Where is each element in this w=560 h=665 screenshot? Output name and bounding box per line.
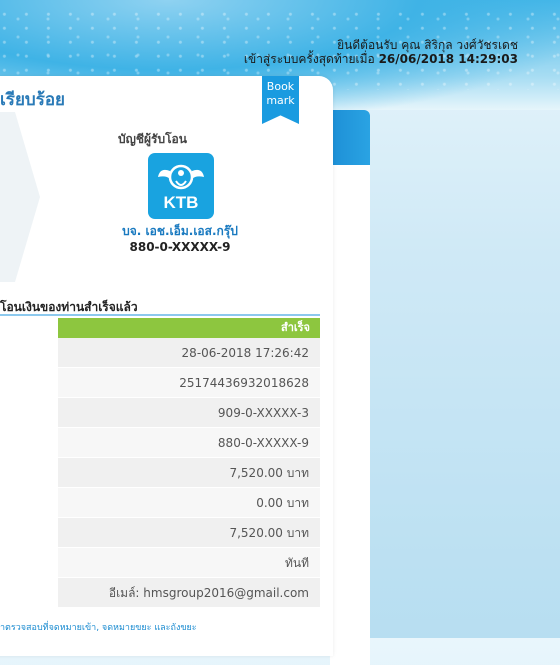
transaction-details: 28-06-2018 17:26:42 25174436932018628 90… [58,338,320,608]
detail-row-reference: 25174436932018628 [58,368,320,398]
last-login-time: 26/06/2018 14:29:03 [378,52,518,66]
recipient-label: บัญชีผู้รับโอน [118,132,187,146]
detail-row-total: 7,520.00 บาท [58,518,320,548]
bookmark-label-line2: mark [266,94,295,107]
detail-row-amount: 7,520.00 บาท [58,458,320,488]
detail-row-datetime: 28-06-2018 17:26:42 [58,338,320,368]
last-login: เข้าสู่ระบบครั้งสุดท้ายเมื่อ 26/06/2018 … [244,52,518,66]
detail-row-to-account: 880-0-XXXXX-9 [58,428,320,458]
detail-row-from-account: 909-0-XXXXX-3 [58,398,320,428]
welcome-banner: ยินดีต้อนรับ คุณ สิริกุล วงศ์วัชรเดช เข้… [244,38,518,66]
recipient-name: บจ. เอช.เอ็ม.เอส.กรุ๊ป [122,224,238,238]
detail-row-timing: ทันที [58,548,320,578]
side-panel [330,110,370,665]
welcome-text: ยินดีต้อนรับ คุณ สิริกุล วงศ์วัชรเดช [337,38,518,52]
page-title: เรียบร้อย [0,90,65,110]
status-badge: สำเร็จ [58,318,320,338]
detail-row-email: อีเมล์: hmsgroup2016@gmail.com [58,578,320,608]
bookmark-label-line1: Book [266,80,295,93]
section-divider [0,314,320,316]
bank-logo: KTB [148,153,214,219]
recipient-account: 880-0-XXXXX-9 [129,240,231,254]
detail-row-fee: 0.00 บาท [58,488,320,518]
footer-note: าตรวจสอบที่จดหมายเข้า, จดหมายขยะ และถังข… [0,623,197,633]
last-login-label: เข้าสู่ระบบครั้งสุดท้ายเมื่อ [243,52,375,66]
bank-logo-text: KTB [163,193,199,212]
